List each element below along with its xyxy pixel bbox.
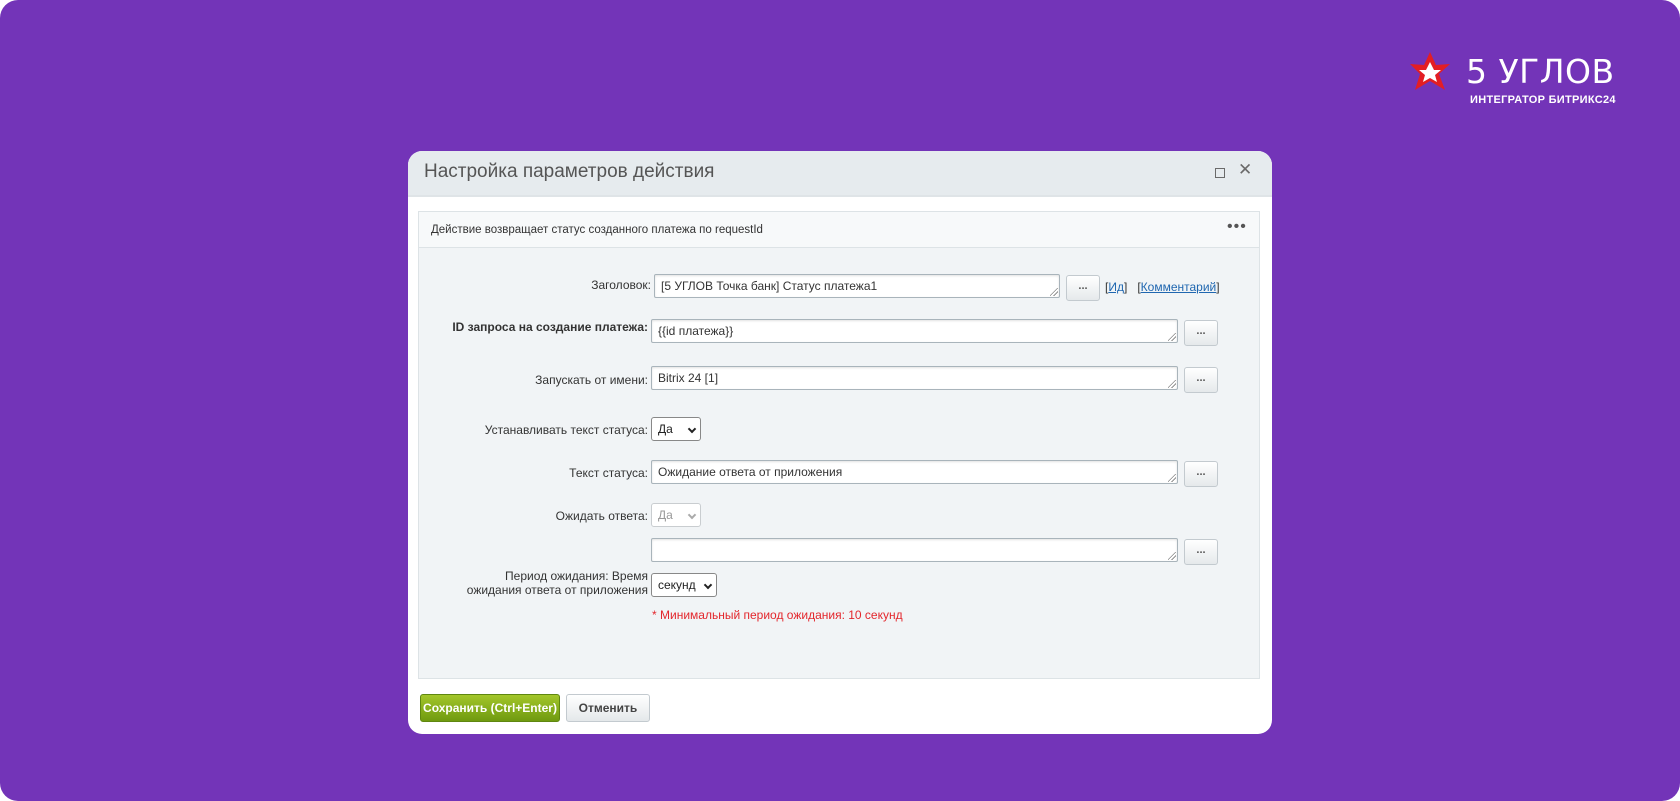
request-id-dots-button[interactable]: ... bbox=[1184, 320, 1218, 346]
wait-period-label: Период ожидания: Время ожидания ответа о… bbox=[466, 569, 648, 597]
brand-logo: 5 УГЛОВ ИНТЕГРАТОР БИТРИКС24 bbox=[1408, 48, 1618, 110]
dialog-header: Настройка параметров действия ✕ bbox=[408, 151, 1272, 197]
status-text-label: Текст статуса: bbox=[569, 466, 648, 480]
comment-link[interactable]: Комментарий bbox=[1141, 280, 1217, 294]
wait-period-hint: * Минимальный период ожидания: 10 секунд bbox=[652, 608, 903, 622]
chevron-down-icon bbox=[687, 510, 697, 520]
wait-period-field[interactable] bbox=[651, 538, 1178, 562]
resize-grip-icon[interactable] bbox=[1168, 380, 1176, 388]
maximize-icon[interactable] bbox=[1215, 168, 1225, 178]
brand-subtitle: ИНТЕГРАТОР БИТРИКС24 bbox=[1470, 94, 1616, 106]
title-label: Заголовок: bbox=[591, 278, 651, 292]
request-id-label: ID запроса на создание платежа: bbox=[452, 320, 648, 334]
resize-grip-icon[interactable] bbox=[1168, 474, 1176, 482]
wait-response-label: Ожидать ответа: bbox=[555, 509, 648, 523]
title-dots-button[interactable]: ... bbox=[1066, 275, 1100, 301]
chevron-down-icon bbox=[687, 424, 697, 434]
resize-grip-icon[interactable] bbox=[1168, 333, 1176, 341]
save-button[interactable]: Сохранить (Ctrl+Enter) bbox=[420, 694, 560, 722]
wait-period-dots-button[interactable]: ... bbox=[1184, 539, 1218, 565]
more-options-icon[interactable]: ••• bbox=[1227, 218, 1247, 236]
action-description: Действие возвращает статус созданного пл… bbox=[431, 224, 763, 236]
chevron-down-icon bbox=[703, 580, 713, 590]
status-text-dots-button[interactable]: ... bbox=[1184, 461, 1218, 487]
panel-header: Действие возвращает статус созданного пл… bbox=[419, 212, 1259, 248]
resize-grip-icon[interactable] bbox=[1050, 288, 1058, 296]
wait-response-select: Да bbox=[651, 503, 701, 527]
run-as-field[interactable]: Bitrix 24 [1] bbox=[651, 366, 1178, 390]
set-status-text-label: Устанавливать текст статуса: bbox=[484, 423, 648, 437]
status-text-field[interactable]: Ожидание ответа от приложения bbox=[651, 460, 1178, 484]
wait-period-unit-select[interactable]: секунд bbox=[651, 573, 717, 597]
title-field[interactable]: [5 УГЛОВ Точка банк] Статус платежа1 bbox=[654, 274, 1060, 298]
close-icon[interactable]: ✕ bbox=[1238, 160, 1252, 180]
title-links: [Ид] [Комментарий] bbox=[1105, 280, 1220, 294]
run-as-dots-button[interactable]: ... bbox=[1184, 367, 1218, 393]
request-id-field[interactable]: {{id платежа}} bbox=[651, 319, 1178, 343]
cancel-button[interactable]: Отменить bbox=[566, 694, 650, 722]
id-link[interactable]: Ид bbox=[1108, 280, 1124, 294]
brand-star-icon bbox=[1410, 52, 1450, 90]
brand-name: 5 УГЛОВ bbox=[1466, 52, 1615, 91]
dialog-title: Настройка параметров действия bbox=[424, 161, 715, 182]
resize-grip-icon[interactable] bbox=[1168, 552, 1176, 560]
run-as-label: Запускать от имени: bbox=[535, 373, 648, 387]
settings-panel: Действие возвращает статус созданного пл… bbox=[418, 211, 1260, 679]
set-status-text-select[interactable]: Да bbox=[651, 417, 701, 441]
action-settings-dialog: Настройка параметров действия ✕ Действие… bbox=[408, 151, 1272, 734]
